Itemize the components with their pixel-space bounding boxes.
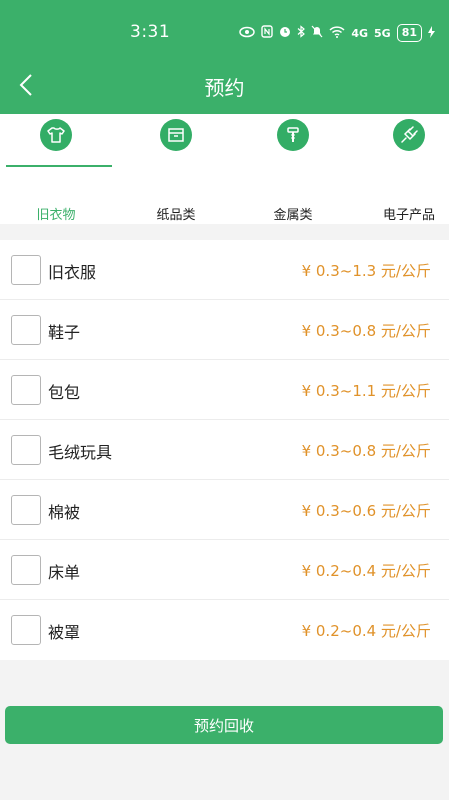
screw-icon <box>277 119 309 151</box>
list-item[interactable]: 棉被 ¥ 0.3~0.6 元/公斤 <box>0 480 449 540</box>
battery-indicator: 81 <box>396 24 422 42</box>
item-list: 旧衣服 ¥ 0.3~1.3 元/公斤 鞋子 ¥ 0.3~0.8 元/公斤 包包 … <box>0 240 449 660</box>
tab-paper[interactable]: 纸品类 <box>120 114 232 224</box>
list-item[interactable]: 床单 ¥ 0.2~0.4 元/公斤 <box>0 540 449 600</box>
alarm-icon <box>279 25 291 41</box>
tab-label: 旧衣物 <box>36 208 76 223</box>
nfc-icon <box>261 25 274 41</box>
item-price: ¥ 0.3~0.6 元/公斤 <box>301 502 431 520</box>
tab-metal[interactable]: 金属类 <box>237 114 349 224</box>
item-name: 被罩 <box>48 623 81 642</box>
eye-icon <box>239 26 256 41</box>
list-item[interactable]: 旧衣服 ¥ 0.3~1.3 元/公斤 <box>0 240 449 300</box>
tab-old-clothes[interactable]: 旧衣物 <box>0 114 112 224</box>
item-price: ¥ 0.3~0.8 元/公斤 <box>301 322 431 340</box>
list-item[interactable]: 被罩 ¥ 0.2~0.4 元/公斤 <box>0 600 449 660</box>
list-item[interactable]: 毛绒玩具 ¥ 0.3~0.8 元/公斤 <box>0 420 449 480</box>
clothes-icon <box>40 119 72 151</box>
item-price: ¥ 0.2~0.4 元/公斤 <box>301 622 431 640</box>
tab-label: 金属类 <box>273 208 313 223</box>
category-tabs: 旧衣物 纸品类 金属类 电子产品 <box>0 114 449 224</box>
list-item[interactable]: 包包 ¥ 0.3~1.1 元/公斤 <box>0 360 449 420</box>
mute-bell-icon <box>311 25 323 41</box>
item-price: ¥ 0.3~0.8 元/公斤 <box>301 442 431 460</box>
item-name: 棉被 <box>48 503 81 522</box>
tab-label: 纸品类 <box>156 208 196 223</box>
item-name: 包包 <box>48 383 81 402</box>
item-name: 鞋子 <box>48 323 81 342</box>
item-checkbox[interactable] <box>11 495 41 525</box>
network-4g-label: 4G <box>351 26 368 40</box>
status-time: 3:31 <box>130 22 171 42</box>
status-bar: 3:31 4G 5G 81 <box>0 18 449 48</box>
tab-label: 电子产品 <box>382 208 435 223</box>
wifi-icon <box>329 25 345 41</box>
item-checkbox[interactable] <box>11 255 41 285</box>
charging-icon <box>428 25 435 41</box>
item-checkbox[interactable] <box>11 615 41 645</box>
item-name: 毛绒玩具 <box>48 443 113 462</box>
nav-bar: 预约 <box>0 62 449 108</box>
tab-electronics[interactable]: 电子产品 <box>353 114 449 224</box>
book-recycling-button[interactable]: 预约回收 <box>5 706 443 744</box>
active-tab-indicator <box>6 165 112 167</box>
item-name: 旧衣服 <box>48 263 97 282</box>
item-checkbox[interactable] <box>11 315 41 345</box>
box-icon <box>160 119 192 151</box>
item-checkbox[interactable] <box>11 435 41 465</box>
status-icons: 4G 5G 81 <box>239 24 435 42</box>
plug-icon <box>393 119 425 151</box>
item-name: 床单 <box>48 563 81 582</box>
app-header: 3:31 4G 5G 81 预约 <box>0 0 449 114</box>
item-price: ¥ 0.3~1.3 元/公斤 <box>301 262 431 280</box>
item-checkbox[interactable] <box>11 375 41 405</box>
item-price: ¥ 0.3~1.1 元/公斤 <box>301 382 431 400</box>
item-price: ¥ 0.2~0.4 元/公斤 <box>301 562 431 580</box>
item-checkbox[interactable] <box>11 555 41 585</box>
network-5g-label: 5G <box>374 26 391 40</box>
list-item[interactable]: 鞋子 ¥ 0.3~0.8 元/公斤 <box>0 300 449 360</box>
page-title: 预约 <box>204 76 245 100</box>
bluetooth-icon <box>297 25 306 41</box>
